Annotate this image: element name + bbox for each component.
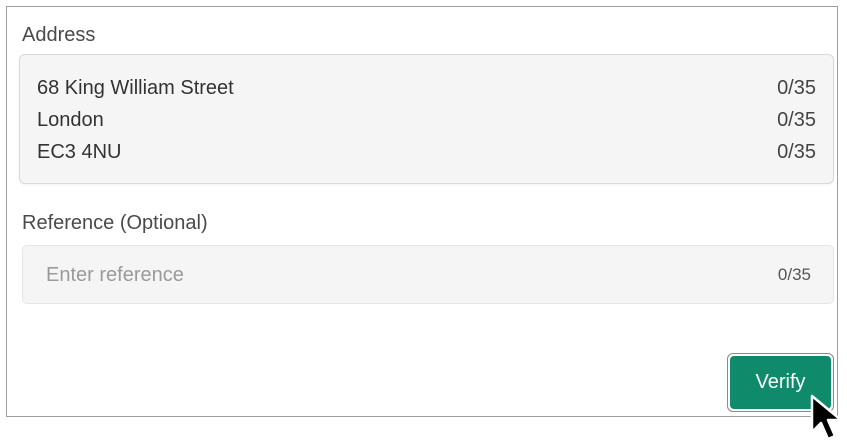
address-textarea[interactable]: 68 King William Street 0/35 London 0/35 … <box>19 54 834 184</box>
address-line-2[interactable]: London 0/35 <box>37 105 816 135</box>
address-line-1[interactable]: 68 King William Street 0/35 <box>37 73 816 103</box>
address-line-2-counter: 0/35 <box>777 108 816 131</box>
reference-field[interactable]: 0/35 <box>22 245 834 304</box>
address-line-1-text: 68 King William Street <box>37 76 234 99</box>
mouse-pointer-icon <box>810 394 843 441</box>
address-form-panel: Address 68 King William Street 0/35 Lond… <box>6 6 838 417</box>
address-line-2-text: London <box>37 108 104 131</box>
reference-label: Reference (Optional) <box>22 212 208 234</box>
address-line-1-counter: 0/35 <box>777 76 816 99</box>
address-line-3[interactable]: EC3 4NU 0/35 <box>37 137 816 167</box>
reference-input[interactable] <box>31 256 748 294</box>
address-line-3-text: EC3 4NU <box>37 140 122 163</box>
reference-counter: 0/35 <box>777 265 811 284</box>
address-line-3-counter: 0/35 <box>777 140 816 163</box>
address-label: Address <box>22 24 96 46</box>
